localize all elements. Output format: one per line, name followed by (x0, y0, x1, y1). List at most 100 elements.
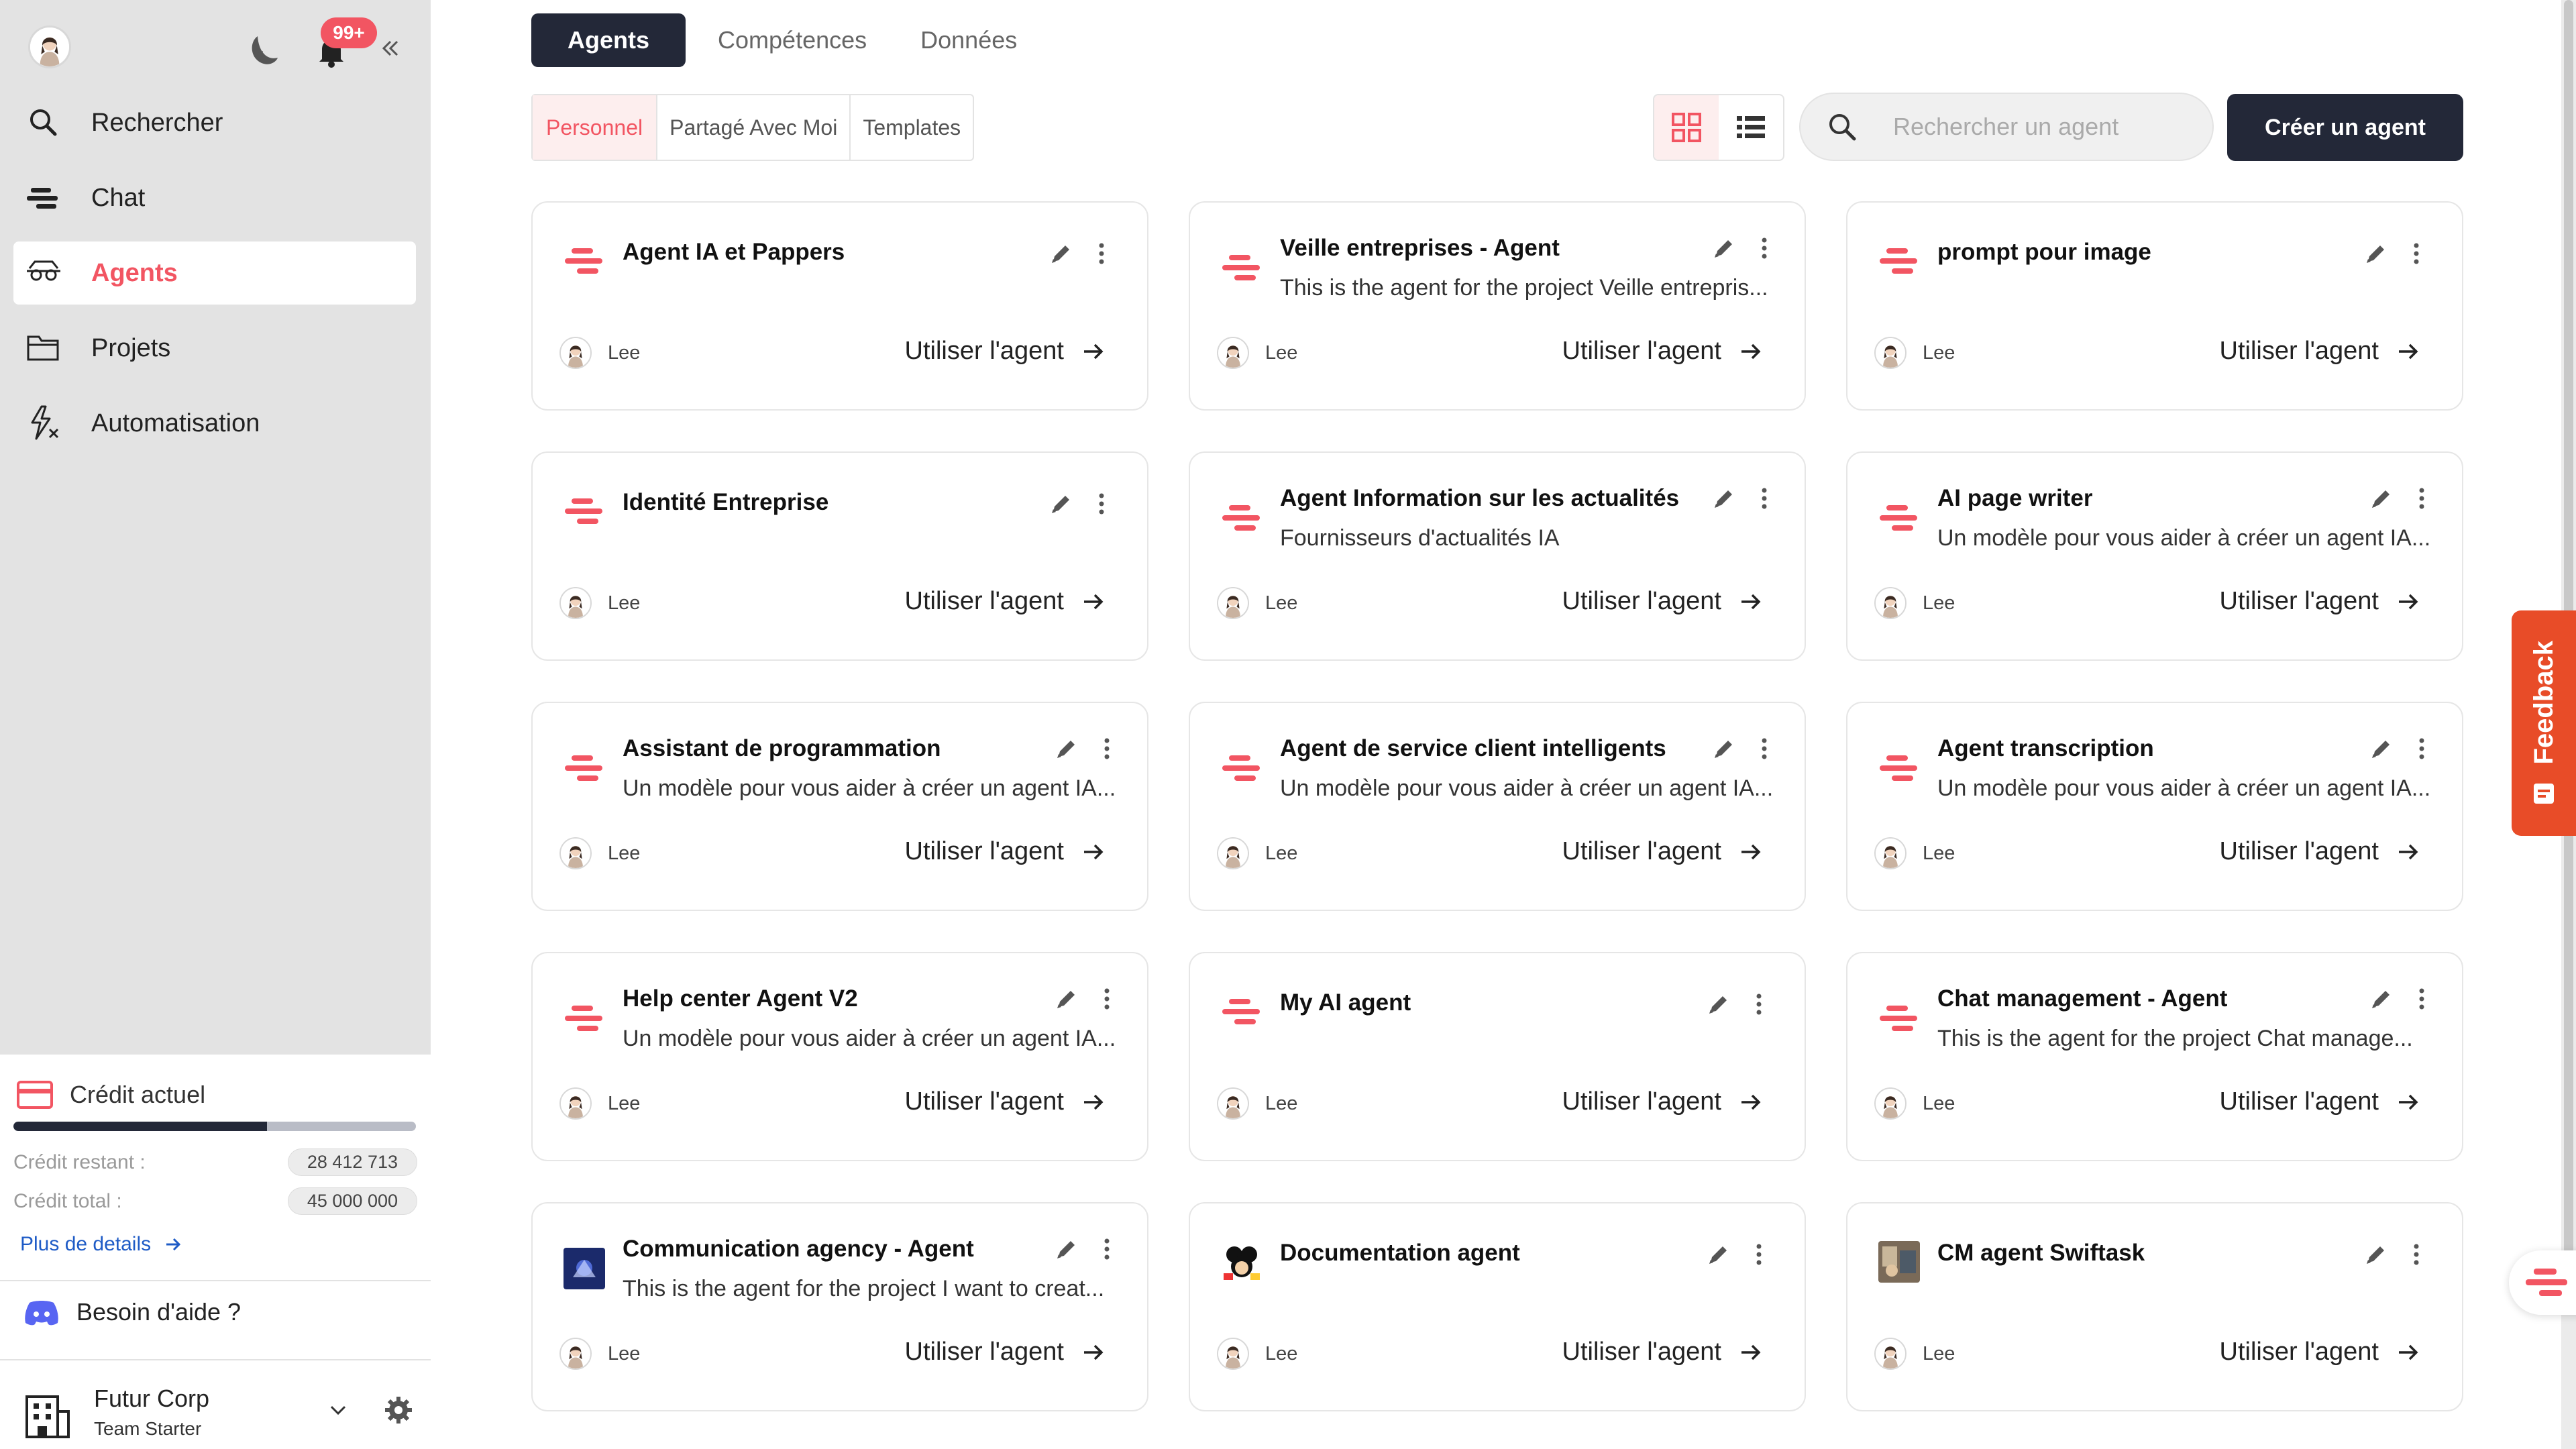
help-link[interactable]: Besoin d'aide ? (23, 1297, 241, 1327)
use-agent-button[interactable]: Utiliser l'agent (2220, 837, 2422, 866)
more-options-icon[interactable] (1088, 490, 1115, 517)
agent-card[interactable]: Veille entreprises - Agent This is the ag… (1189, 201, 1806, 411)
create-agent-button[interactable]: Créer un agent (2227, 94, 2463, 161)
agent-card[interactable]: Documentation agent Lee Utiliser l'agent (1189, 1202, 1806, 1411)
use-agent-button[interactable]: Utiliser l'agent (905, 587, 1107, 616)
more-options-icon[interactable] (1751, 235, 1778, 262)
tab-competences[interactable]: Compétences (691, 13, 894, 67)
use-agent-button[interactable]: Utiliser l'agent (2220, 1338, 2422, 1366)
use-agent-label: Utiliser l'agent (1562, 1338, 1721, 1366)
search-input[interactable] (1893, 113, 2195, 141)
agent-logo-icon (1221, 747, 1263, 789)
more-options-icon[interactable] (1746, 1241, 1772, 1268)
edit-icon[interactable] (2363, 240, 2390, 267)
credit-details-link[interactable]: Plus de details (20, 1233, 183, 1256)
filter-tab-partage[interactable]: Partagé Avec Moi (657, 95, 851, 160)
more-options-icon[interactable] (1093, 985, 1120, 1012)
edit-icon[interactable] (1053, 1236, 1080, 1263)
agent-card[interactable]: Agent transcription Un modèle pour vous a… (1846, 702, 2463, 911)
more-options-icon[interactable] (1746, 991, 1772, 1018)
nav-item-rechercher[interactable]: Rechercher (13, 91, 416, 154)
owner-avatar (1217, 837, 1249, 869)
dark-mode-icon[interactable] (243, 31, 283, 71)
use-agent-button[interactable]: Utiliser l'agent (2220, 1087, 2422, 1116)
more-options-icon[interactable] (1088, 240, 1115, 267)
agent-card[interactable]: prompt pour image Lee Utiliser l'agent (1846, 201, 2463, 411)
agent-card[interactable]: My AI agent Lee Utiliser l'agent (1189, 952, 1806, 1161)
nav-item-agents[interactable]: Agents (13, 241, 416, 305)
divider (0, 1359, 431, 1360)
edit-icon[interactable] (2368, 985, 2395, 1012)
collapse-sidebar-icon[interactable] (377, 35, 404, 62)
nav-item-chat[interactable]: Chat (13, 166, 416, 229)
more-options-icon[interactable] (1093, 735, 1120, 762)
owner-avatar (559, 1087, 592, 1120)
feedback-button[interactable]: Feedback (2512, 610, 2576, 836)
arrow-right-icon (1084, 343, 1104, 359)
org-switcher[interactable]: Futur Corp Team Starter (20, 1377, 416, 1444)
use-agent-label: Utiliser l'agent (904, 337, 1064, 365)
agent-card[interactable]: Agent Information sur les actualités Four… (1189, 451, 1806, 661)
use-agent-button[interactable]: Utiliser l'agent (2220, 587, 2422, 616)
use-agent-button[interactable]: Utiliser l'agent (2220, 337, 2422, 366)
edit-icon[interactable] (1048, 490, 1075, 517)
more-options-icon[interactable] (2408, 985, 2435, 1012)
use-agent-button[interactable]: Utiliser l'agent (905, 337, 1107, 366)
agent-card[interactable]: Communication agency - Agent This is the … (531, 1202, 1148, 1411)
use-agent-label: Utiliser l'agent (904, 587, 1064, 615)
edit-icon[interactable] (1711, 235, 1737, 262)
agent-title: Chat management - Agent (1937, 985, 2228, 1012)
chevron-down-icon[interactable] (325, 1397, 352, 1424)
agent-card[interactable]: Agent de service client intelligents Un m… (1189, 702, 1806, 911)
agent-card[interactable]: AI page writer Un modèle pour vous aider … (1846, 451, 2463, 661)
user-avatar[interactable] (28, 25, 71, 68)
edit-icon[interactable] (1705, 1241, 1732, 1268)
use-agent-button[interactable]: Utiliser l'agent (1562, 837, 1764, 866)
edit-icon[interactable] (2368, 735, 2395, 762)
use-agent-button[interactable]: Utiliser l'agent (1562, 587, 1764, 616)
more-options-icon[interactable] (2408, 735, 2435, 762)
grid-view-button[interactable] (1654, 95, 1719, 160)
more-options-icon[interactable] (2408, 485, 2435, 512)
use-agent-button[interactable]: Utiliser l'agent (1562, 1087, 1764, 1116)
edit-icon[interactable] (1711, 485, 1737, 512)
gear-icon[interactable] (382, 1394, 415, 1426)
edit-icon[interactable] (1053, 985, 1080, 1012)
nav-item-automatisation[interactable]: Automatisation (13, 392, 416, 455)
owner-avatar (559, 1338, 592, 1370)
agent-card[interactable]: Identité Entreprise Lee Utiliser l'agent (531, 451, 1148, 661)
edit-icon[interactable] (1048, 240, 1075, 267)
more-options-icon[interactable] (2403, 1241, 2430, 1268)
more-options-icon[interactable] (2403, 240, 2430, 267)
automation-icon (31, 405, 59, 440)
agent-card[interactable]: CM agent Swiftask Lee Utiliser l'agent (1846, 1202, 2463, 1411)
more-options-icon[interactable] (1093, 1236, 1120, 1263)
edit-icon[interactable] (1705, 991, 1732, 1018)
more-options-icon[interactable] (1751, 735, 1778, 762)
more-options-icon[interactable] (1751, 485, 1778, 512)
agent-card[interactable]: Chat management - Agent This is the agent… (1846, 952, 2463, 1161)
use-agent-button[interactable]: Utiliser l'agent (1562, 337, 1764, 366)
tab-agents[interactable]: Agents (531, 13, 686, 67)
agent-card[interactable]: Agent IA et Pappers Lee Utiliser l'agent (531, 201, 1148, 411)
use-agent-button[interactable]: Utiliser l'agent (1562, 1338, 1764, 1366)
agent-card[interactable]: Help center Agent V2 Un modèle pour vous … (531, 952, 1148, 1161)
use-agent-button[interactable]: Utiliser l'agent (905, 1338, 1107, 1366)
edit-icon[interactable] (1053, 735, 1080, 762)
edit-icon[interactable] (1711, 735, 1737, 762)
tab-donnees[interactable]: Données (894, 13, 1044, 67)
use-agent-label: Utiliser l'agent (1562, 337, 1721, 365)
edit-icon[interactable] (2368, 485, 2395, 512)
agent-card[interactable]: Assistant de programmation Un modèle pour… (531, 702, 1148, 911)
nav-item-projets[interactable]: Projets (13, 317, 416, 380)
search-icon (1829, 114, 1856, 141)
list-icon (1737, 116, 1765, 138)
filter-tab-personnel[interactable]: Personnel (533, 95, 658, 160)
assistant-launcher-button[interactable] (2509, 1250, 2576, 1315)
agent-title: AI page writer (1937, 485, 2093, 511)
filter-tab-templates[interactable]: Templates (851, 95, 973, 160)
list-view-button[interactable] (1719, 95, 1783, 160)
use-agent-button[interactable]: Utiliser l'agent (905, 837, 1107, 866)
edit-icon[interactable] (2363, 1241, 2390, 1268)
use-agent-button[interactable]: Utiliser l'agent (905, 1087, 1107, 1116)
